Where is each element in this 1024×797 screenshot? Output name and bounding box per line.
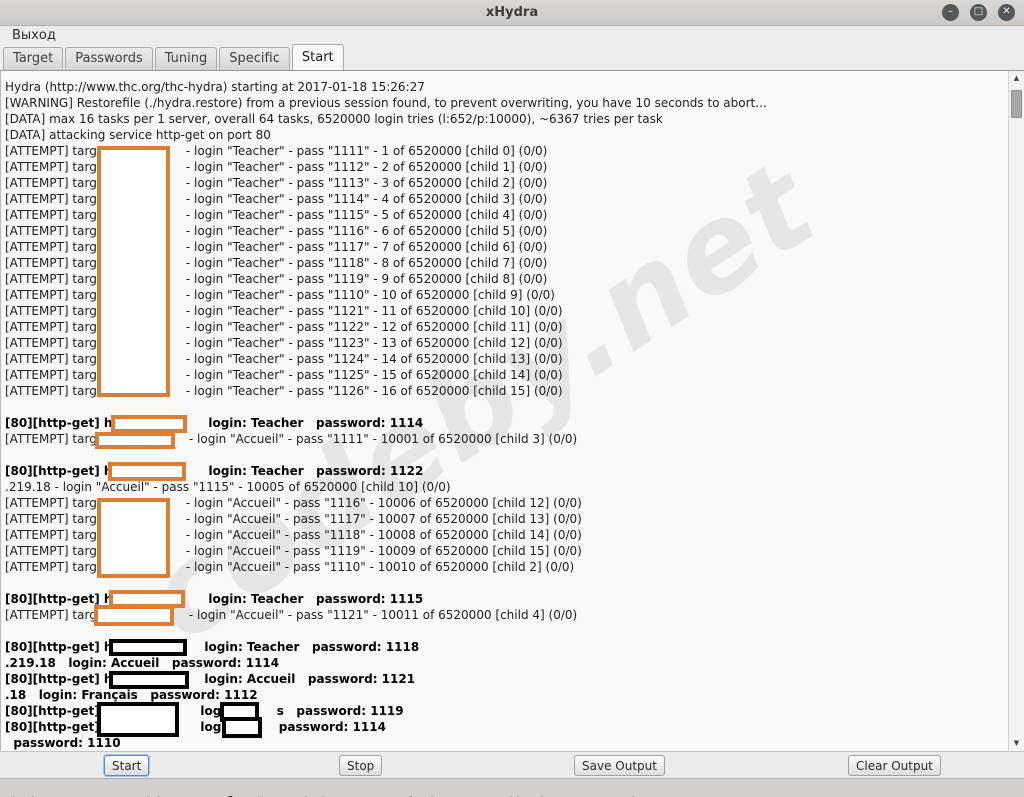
redaction-box-orange <box>111 415 187 433</box>
redaction-box-orange <box>95 432 175 449</box>
log-line: .219.18 - login "Accueil" - pass "1115" … <box>5 480 451 494</box>
redaction-box-black <box>109 639 187 656</box>
close-button[interactable]: ✕ <box>998 4 1015 21</box>
tab-specific[interactable]: Specific <box>219 47 290 70</box>
log-line: [DATA] max 16 tasks per 1 server, overal… <box>5 112 663 126</box>
log-line: [DATA] attacking service http-get on por… <box>5 128 271 142</box>
redaction-box-orange <box>94 605 174 626</box>
log-line: .18 login: Français password: 1112 <box>5 688 258 702</box>
minimize-button[interactable]: – <box>942 4 959 21</box>
vertical-scrollbar[interactable]: ▲ ▼ <box>1008 71 1024 751</box>
action-button-row: Start Stop Save Output Clear Output <box>0 751 1024 778</box>
window-controls: – □ ✕ <box>942 4 1015 21</box>
redaction-box-orange <box>97 498 170 578</box>
save-output-button[interactable]: Save Output <box>574 755 665 776</box>
redaction-box-black <box>222 717 262 738</box>
log-line: password: 1110 <box>5 736 121 750</box>
start-button[interactable]: Start <box>104 755 150 776</box>
log-output-area[interactable]: codeby.net Hydra (http://www.thc.org/thc… <box>0 70 1024 751</box>
clear-output-button[interactable]: Clear Output <box>848 755 941 776</box>
menu-bar: Выход <box>0 26 1024 44</box>
redaction-box-orange <box>108 462 186 481</box>
scroll-up-icon[interactable]: ▲ <box>1009 72 1024 85</box>
stop-button[interactable]: Stop <box>339 755 383 776</box>
menu-item-exit[interactable]: Выход <box>8 28 60 43</box>
tab-target[interactable]: Target <box>3 47 64 70</box>
scrollbar-thumb[interactable] <box>1011 90 1022 118</box>
tab-passwords[interactable]: Passwords <box>65 47 153 70</box>
redaction-box-orange <box>97 146 170 397</box>
tab-start[interactable]: Start <box>291 44 344 70</box>
tab-tuning[interactable]: Tuning <box>154 47 218 70</box>
redaction-box-black <box>97 702 179 737</box>
log-line: [WARNING] Restorefile (./hydra.restore) … <box>5 96 767 110</box>
tab-bar: Target Passwords Tuning Specific Start <box>0 44 1024 70</box>
window-title: xHydra <box>485 5 539 20</box>
maximize-button[interactable]: □ <box>970 4 987 21</box>
log-line: Hydra (http://www.thc.org/thc-hydra) sta… <box>5 80 425 94</box>
title-bar: xHydra – □ ✕ <box>0 0 1024 26</box>
scroll-down-icon[interactable]: ▼ <box>1009 737 1024 750</box>
status-bar: hydra -s 80 -V -L /root/lol -P /root/Раб… <box>0 778 1024 797</box>
log-line: .219.18 login: Accueil password: 1114 <box>5 656 280 670</box>
redaction-box-black <box>109 671 189 689</box>
